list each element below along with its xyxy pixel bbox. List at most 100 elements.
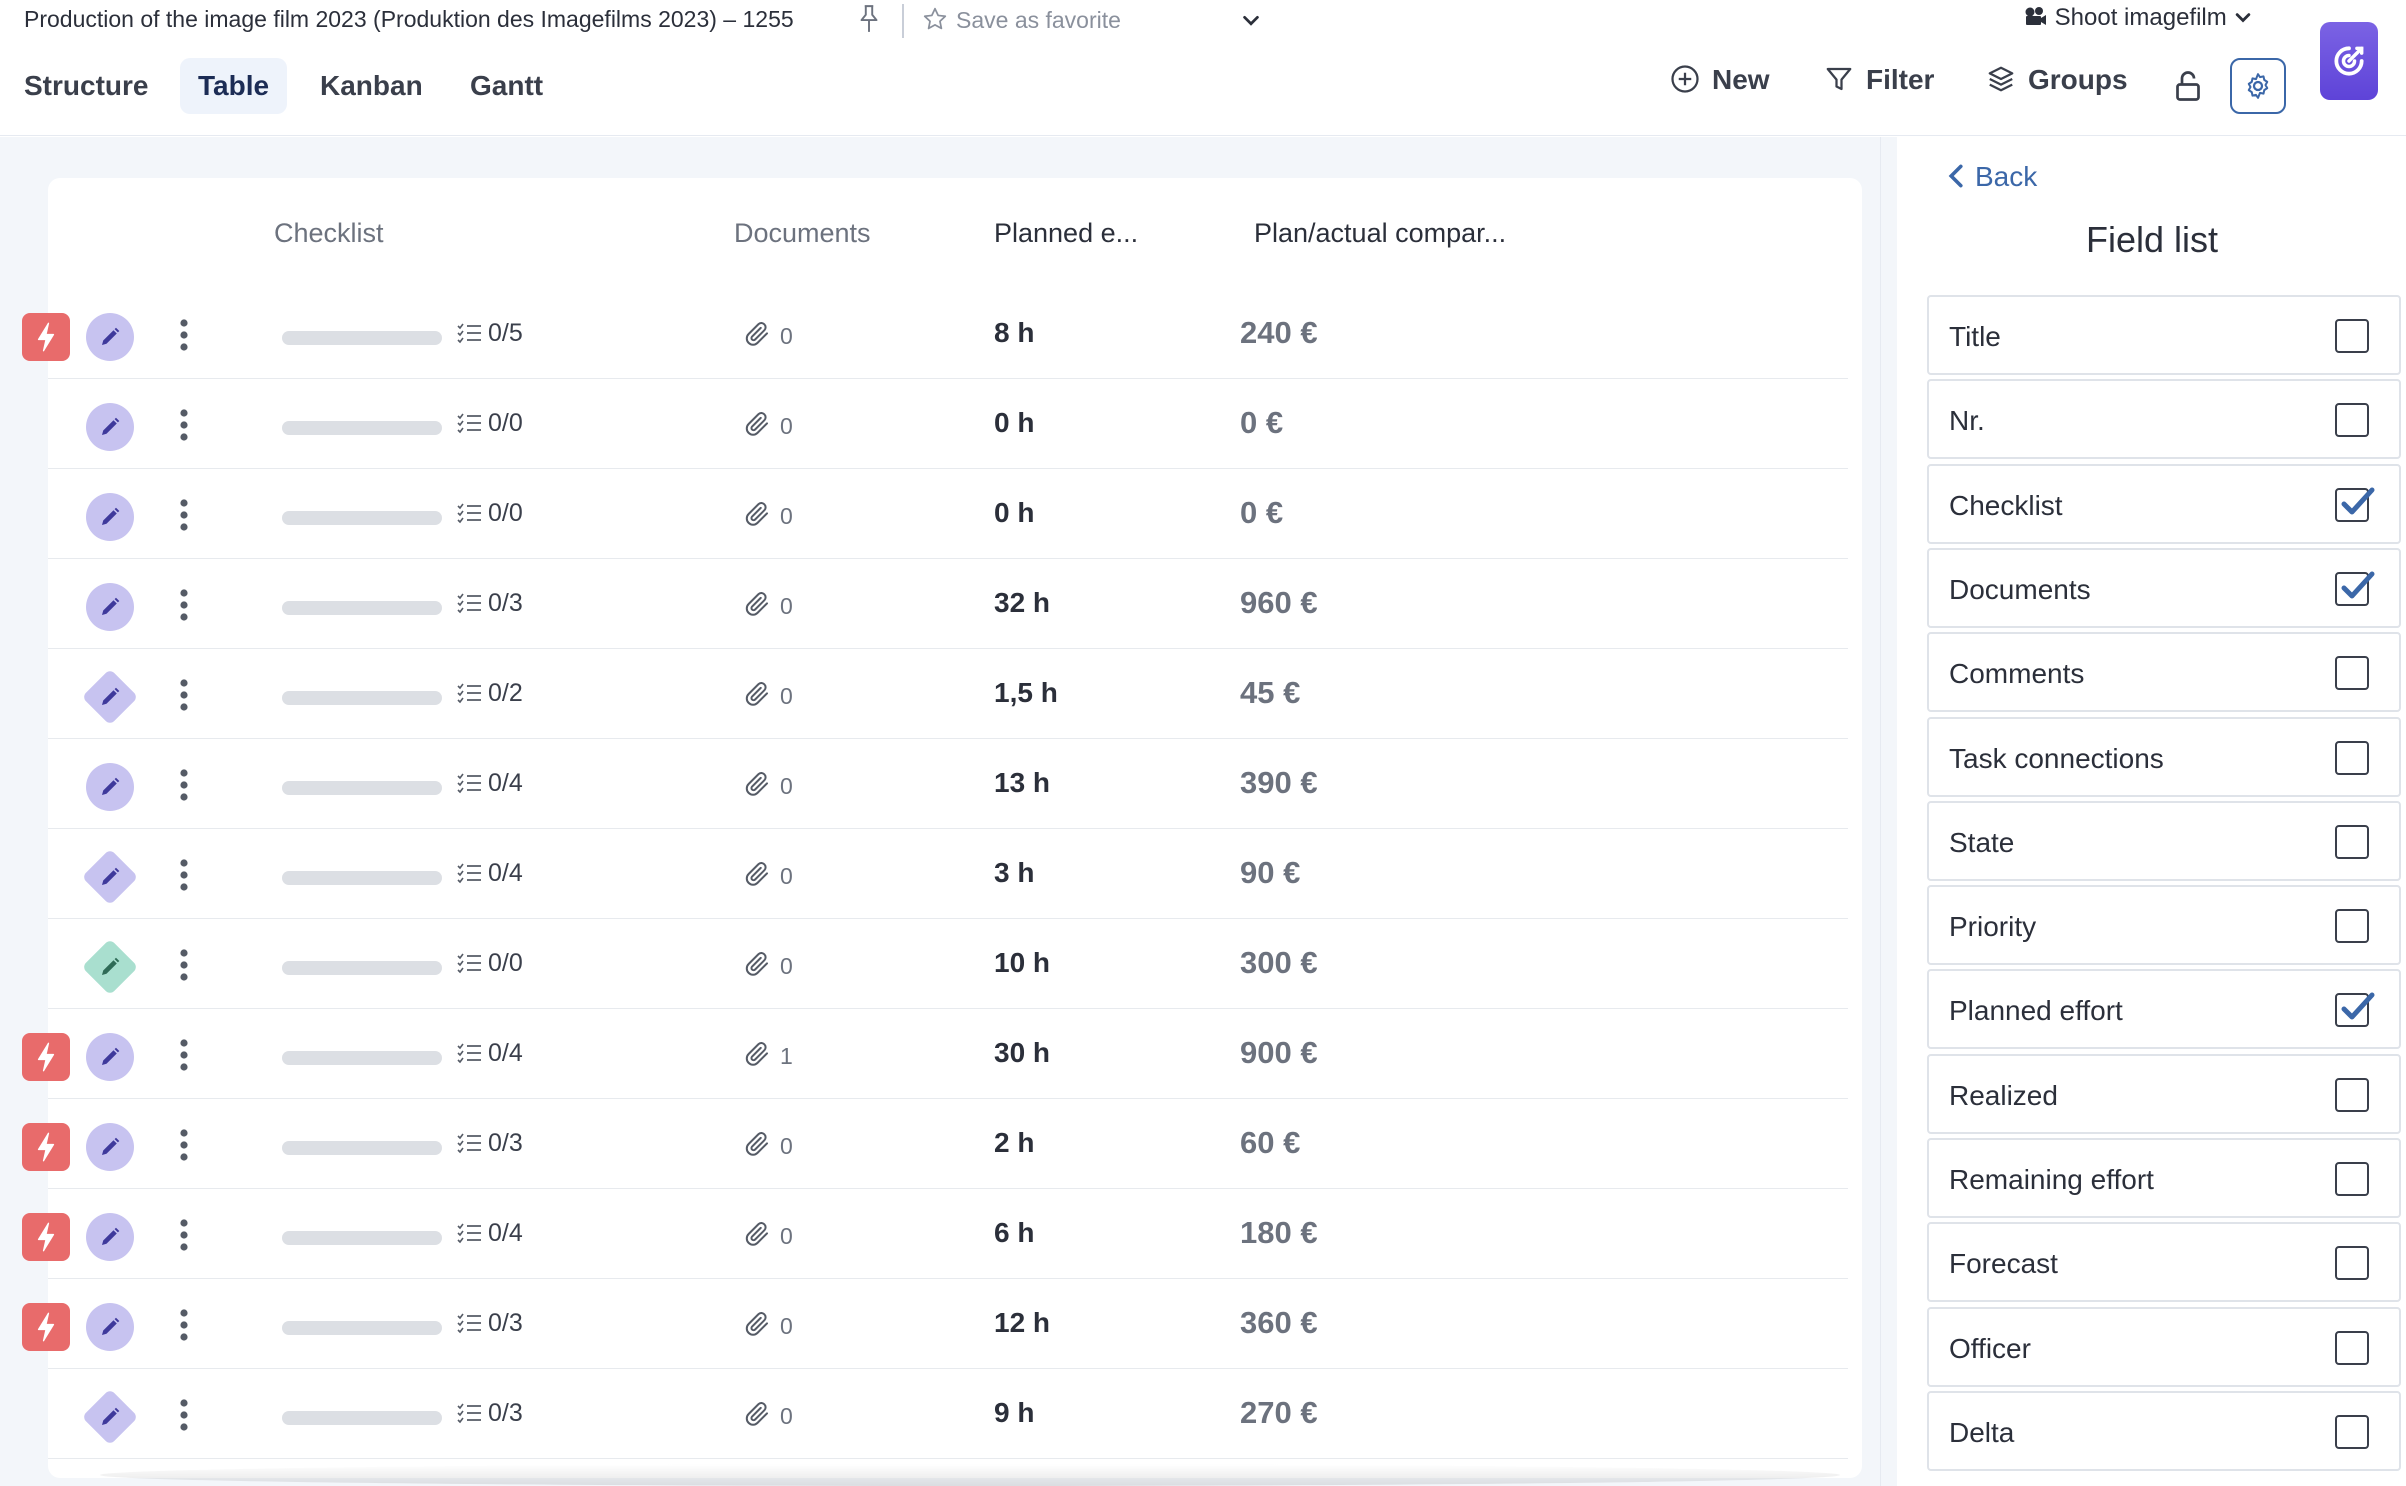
field-list-item[interactable]: Officer (1927, 1306, 2401, 1387)
plan-actual-cell[interactable]: 300 € (1240, 945, 1318, 981)
field-list-item[interactable]: Delta (1927, 1390, 2401, 1471)
field-checkbox[interactable] (2335, 1077, 2369, 1112)
table-row[interactable]: 0/3 0 12 h 360 € (22, 1279, 1848, 1369)
plan-actual-cell[interactable]: 180 € (1240, 1215, 1318, 1251)
table-row[interactable]: 0/0 0 0 h 0 € (48, 379, 1848, 469)
field-list-item[interactable]: Documents (1927, 547, 2401, 628)
project-selector[interactable]: Shoot imagefilm (2024, 4, 2253, 32)
task-type-icon[interactable] (86, 583, 134, 631)
field-checkbox[interactable] (2335, 909, 2369, 944)
document-count[interactable]: 0 (742, 1129, 793, 1160)
plan-actual-cell[interactable]: 900 € (1240, 1035, 1318, 1071)
column-header-documents[interactable]: Documents (734, 218, 871, 249)
task-type-icon[interactable] (86, 1033, 134, 1081)
breadcrumb[interactable]: Production of the image film 2023 (Produ… (24, 6, 794, 33)
chevron-down-icon[interactable] (1240, 10, 1262, 32)
task-type-icon[interactable] (86, 1213, 134, 1261)
planned-effort-cell[interactable]: 0 h (994, 497, 1034, 529)
planned-effort-cell[interactable]: 32 h (994, 587, 1050, 619)
planned-effort-cell[interactable]: 0 h (994, 407, 1034, 439)
plan-actual-cell[interactable]: 0 € (1240, 495, 1283, 531)
table-row[interactable]: 0/2 0 1,5 h 45 € (48, 649, 1848, 739)
planned-effort-cell[interactable]: 12 h (994, 1307, 1050, 1339)
field-checkbox[interactable] (2335, 487, 2375, 522)
more-options-icon[interactable] (178, 1307, 190, 1343)
more-options-icon[interactable] (178, 1217, 190, 1253)
checklist-count[interactable]: 0/4 (456, 859, 523, 888)
checklist-count[interactable]: 0/3 (456, 589, 523, 618)
more-options-icon[interactable] (178, 1037, 190, 1073)
more-options-icon[interactable] (178, 587, 190, 623)
table-row[interactable]: 0/3 0 2 h 60 € (22, 1099, 1848, 1189)
checklist-count[interactable]: 0/0 (456, 499, 523, 528)
filter-button[interactable]: Filter (1824, 64, 1934, 96)
field-checkbox[interactable] (2335, 992, 2375, 1028)
document-count[interactable]: 0 (742, 1219, 793, 1250)
planned-effort-cell[interactable]: 2 h (994, 1127, 1034, 1159)
more-options-icon[interactable] (178, 497, 190, 533)
priority-high-badge[interactable] (22, 1123, 70, 1171)
field-checkbox[interactable] (2335, 656, 2369, 691)
plan-actual-cell[interactable]: 270 € (1240, 1395, 1318, 1431)
planned-effort-cell[interactable]: 10 h (994, 947, 1050, 979)
task-type-icon[interactable] (86, 763, 134, 811)
checklist-count[interactable]: 0/5 (456, 319, 523, 348)
task-type-icon[interactable] (86, 493, 134, 541)
task-type-icon[interactable] (81, 668, 139, 726)
field-list-item[interactable]: Priority (1927, 885, 2401, 966)
planned-effort-cell[interactable]: 30 h (994, 1037, 1050, 1069)
planned-effort-cell[interactable]: 3 h (994, 857, 1034, 889)
app-logo[interactable] (2320, 22, 2378, 100)
new-button[interactable]: New (1670, 64, 1770, 96)
table-row[interactable]: 0/4 1 30 h 900 € (22, 1009, 1848, 1099)
document-count[interactable]: 0 (742, 589, 793, 620)
pin-icon[interactable] (856, 4, 882, 34)
document-count[interactable]: 0 (742, 679, 793, 710)
plan-actual-cell[interactable]: 90 € (1240, 855, 1300, 891)
document-count[interactable]: 0 (742, 499, 793, 530)
more-options-icon[interactable] (178, 677, 190, 713)
task-type-icon[interactable] (86, 403, 134, 451)
document-count[interactable]: 0 (742, 769, 793, 800)
more-options-icon[interactable] (178, 947, 190, 983)
tab-structure[interactable]: Structure (6, 58, 166, 114)
checklist-count[interactable]: 0/3 (456, 1399, 523, 1428)
priority-high-badge[interactable] (22, 1213, 70, 1261)
field-checkbox[interactable] (2335, 1330, 2369, 1365)
field-list-item[interactable]: Nr. (1927, 379, 2401, 460)
field-checkbox[interactable] (2335, 571, 2375, 606)
more-options-icon[interactable] (178, 1397, 190, 1433)
field-checkbox[interactable] (2335, 824, 2369, 859)
priority-high-badge[interactable] (22, 1303, 70, 1351)
document-count[interactable]: 0 (742, 1399, 793, 1430)
planned-effort-cell[interactable]: 9 h (994, 1397, 1034, 1429)
field-list-item[interactable]: Realized (1927, 1053, 2401, 1134)
checklist-count[interactable]: 0/4 (456, 1219, 523, 1248)
document-count[interactable]: 0 (742, 319, 793, 350)
table-row[interactable]: 0/3 0 9 h 270 € (48, 1369, 1848, 1459)
field-list-item[interactable]: Title (1927, 295, 2401, 375)
table-row[interactable]: 0/4 0 3 h 90 € (48, 829, 1848, 919)
checklist-count[interactable]: 0/2 (456, 679, 523, 708)
plan-actual-cell[interactable]: 390 € (1240, 765, 1318, 801)
field-checkbox[interactable] (2335, 740, 2369, 775)
field-checkbox[interactable] (2335, 1246, 2369, 1281)
checklist-count[interactable]: 0/3 (456, 1309, 523, 1338)
more-options-icon[interactable] (178, 317, 190, 353)
groups-button[interactable]: Groups (1986, 64, 2128, 96)
field-list-item[interactable]: Checklist (1927, 463, 2401, 544)
checklist-count[interactable]: 0/4 (456, 1039, 523, 1068)
planned-effort-cell[interactable]: 1,5 h (994, 677, 1058, 709)
plan-actual-cell[interactable]: 60 € (1240, 1125, 1300, 1161)
table-row[interactable]: 0/0 0 10 h 300 € (48, 919, 1848, 1009)
checklist-count[interactable]: 0/4 (456, 769, 523, 798)
tab-table[interactable]: Table (180, 58, 288, 114)
column-header-plan-actual[interactable]: Plan/actual compar... (1254, 218, 1506, 249)
task-type-icon[interactable] (86, 313, 134, 361)
document-count[interactable]: 0 (742, 859, 793, 890)
planned-effort-cell[interactable]: 6 h (994, 1217, 1034, 1249)
lock-icon[interactable] (2170, 68, 2206, 104)
task-type-icon[interactable] (86, 1303, 134, 1351)
field-list-item[interactable]: Task connections (1927, 716, 2401, 797)
save-favorite-button[interactable]: Save as favorite (922, 6, 1121, 34)
